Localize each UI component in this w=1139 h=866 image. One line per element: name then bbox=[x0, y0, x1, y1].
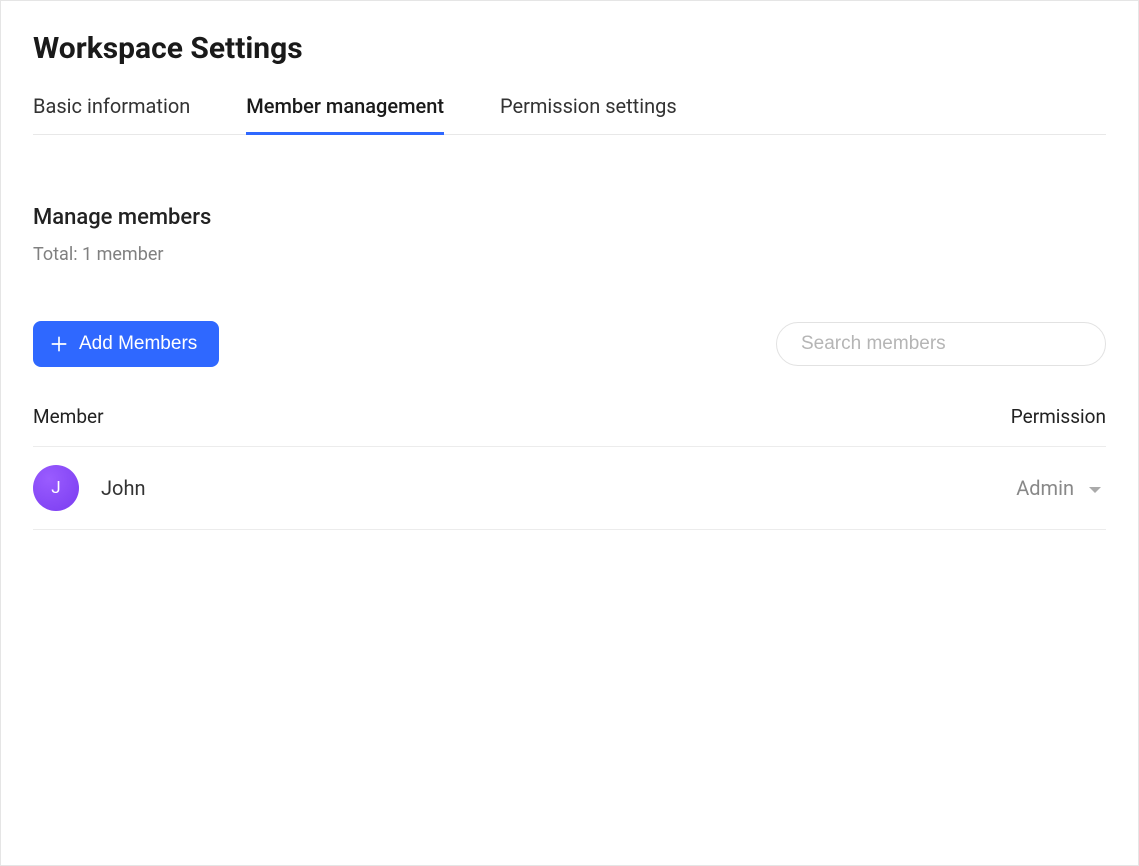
add-members-label: Add Members bbox=[79, 333, 197, 355]
tab-label: Member management bbox=[246, 94, 444, 118]
tab-member-management[interactable]: Member management bbox=[246, 94, 444, 134]
page-title: Workspace Settings bbox=[33, 31, 1106, 66]
member-cell: J John bbox=[33, 465, 146, 511]
permission-dropdown[interactable]: Admin bbox=[1016, 476, 1106, 500]
toolbar: Add Members bbox=[33, 321, 1106, 367]
member-name: John bbox=[101, 476, 146, 500]
search-members-input[interactable] bbox=[776, 322, 1106, 366]
plus-icon bbox=[49, 334, 69, 354]
tabs: Basic information Member management Perm… bbox=[33, 94, 1106, 135]
table-header: Member Permission bbox=[33, 395, 1106, 447]
add-members-button[interactable]: Add Members bbox=[33, 321, 219, 367]
section-subtitle: Total: 1 member bbox=[33, 244, 1106, 265]
tab-label: Permission settings bbox=[500, 94, 677, 118]
permission-value: Admin bbox=[1016, 476, 1074, 500]
workspace-settings-panel: Workspace Settings Basic information Mem… bbox=[0, 0, 1139, 866]
table-row: J John Admin bbox=[33, 447, 1106, 530]
column-member: Member bbox=[33, 405, 104, 428]
column-permission: Permission bbox=[1011, 405, 1106, 428]
avatar: J bbox=[33, 465, 79, 511]
manage-members-section: Manage members Total: 1 member Add Membe… bbox=[33, 205, 1106, 530]
chevron-down-icon bbox=[1088, 476, 1102, 500]
section-title: Manage members bbox=[33, 205, 1106, 230]
tab-permission-settings[interactable]: Permission settings bbox=[500, 94, 677, 134]
tab-label: Basic information bbox=[33, 94, 190, 118]
tab-basic-information[interactable]: Basic information bbox=[33, 94, 190, 134]
avatar-initial: J bbox=[51, 478, 60, 498]
